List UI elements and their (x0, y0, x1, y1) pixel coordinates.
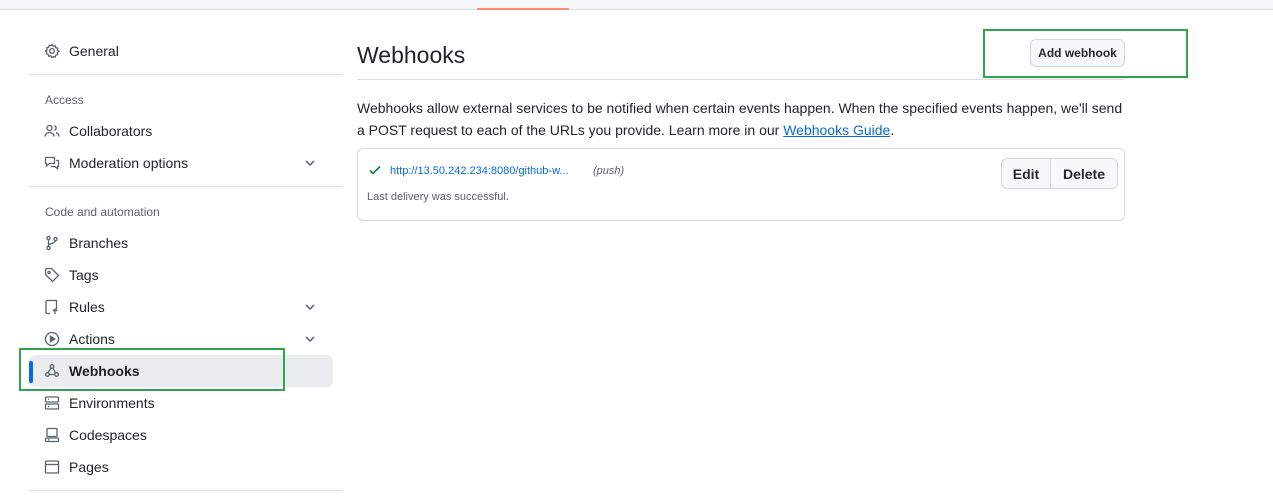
sidebar-item-label: Rules (69, 299, 105, 315)
webhook-delivery-status: Last delivery was successful. (367, 191, 509, 203)
sidebar-item-webhooks[interactable]: Webhooks (29, 355, 333, 387)
chevron-down-icon[interactable] (302, 155, 318, 171)
sidebar-item-label: Codespaces (69, 427, 147, 443)
sidebar-item-label: Actions (69, 331, 115, 347)
sidebar-divider (29, 74, 342, 75)
people-icon (44, 123, 60, 139)
add-webhook-button[interactable]: Add webhook (1030, 39, 1125, 67)
sidebar-item-pages[interactable]: Pages (29, 451, 333, 483)
webhook-url-link[interactable]: http://13.50.242.234:8080/github-w... (390, 164, 569, 178)
active-tab-underline (477, 8, 569, 10)
webhooks-description: Webhooks allow external services to be n… (357, 97, 1127, 141)
title-divider (357, 79, 1124, 80)
play-icon (44, 331, 60, 347)
sidebar-item-general[interactable]: General (29, 35, 333, 67)
page-title: Webhooks (357, 42, 466, 68)
server-icon (44, 395, 60, 411)
sidebar-item-actions[interactable]: Actions (29, 323, 333, 355)
chevron-down-icon[interactable] (302, 331, 318, 347)
delete-webhook-button[interactable]: Delete (1051, 159, 1117, 188)
description-text: Webhooks allow external services to be n… (357, 100, 1123, 138)
webhook-icon (44, 363, 60, 379)
edit-webhook-button[interactable]: Edit (1002, 159, 1051, 188)
sidebar-divider (29, 490, 342, 491)
gear-icon (44, 43, 60, 59)
chevron-down-icon[interactable] (302, 299, 318, 315)
check-icon (368, 163, 382, 177)
sidebar-item-label: Moderation options (69, 155, 189, 171)
comment-discussion-icon (44, 155, 60, 171)
repo-push-icon (44, 299, 60, 315)
webhook-actions: Edit Delete (1001, 158, 1118, 189)
sidebar-item-branches[interactable]: Branches (29, 227, 333, 259)
sidebar-item-label: Pages (69, 459, 109, 475)
git-branch-icon (44, 235, 60, 251)
sidebar-divider (29, 186, 342, 187)
sidebar-item-label: Collaborators (69, 123, 153, 139)
tag-icon (44, 267, 60, 283)
sidebar-item-label: Environments (69, 395, 155, 411)
sidebar-item-moderation-options[interactable]: Moderation options (29, 147, 333, 179)
section-heading-access: Access (45, 93, 84, 107)
sidebar-item-codespaces[interactable]: Codespaces (29, 419, 333, 451)
sidebar-item-label: Branches (69, 235, 129, 251)
section-heading-code-automation: Code and automation (45, 205, 160, 219)
webhook-event: (push) (593, 165, 625, 177)
webhook-list-item: http://13.50.242.234:8080/github-w... (p… (357, 148, 1125, 221)
browser-icon (44, 459, 60, 475)
sidebar-item-label: Webhooks (69, 363, 140, 379)
sidebar-item-label: Tags (69, 267, 99, 283)
codespaces-icon (44, 427, 60, 443)
sidebar-item-rules[interactable]: Rules (29, 291, 333, 323)
sidebar-item-tags[interactable]: Tags (29, 259, 333, 291)
webhooks-guide-link[interactable]: Webhooks Guide (783, 122, 890, 138)
description-suffix: . (890, 122, 895, 138)
sidebar-item-environments[interactable]: Environments (29, 387, 333, 419)
active-indicator (29, 361, 33, 383)
sidebar-item-collaborators[interactable]: Collaborators (29, 115, 333, 147)
sidebar-item-label: General (69, 43, 119, 59)
top-tab-bar (0, 0, 1273, 10)
